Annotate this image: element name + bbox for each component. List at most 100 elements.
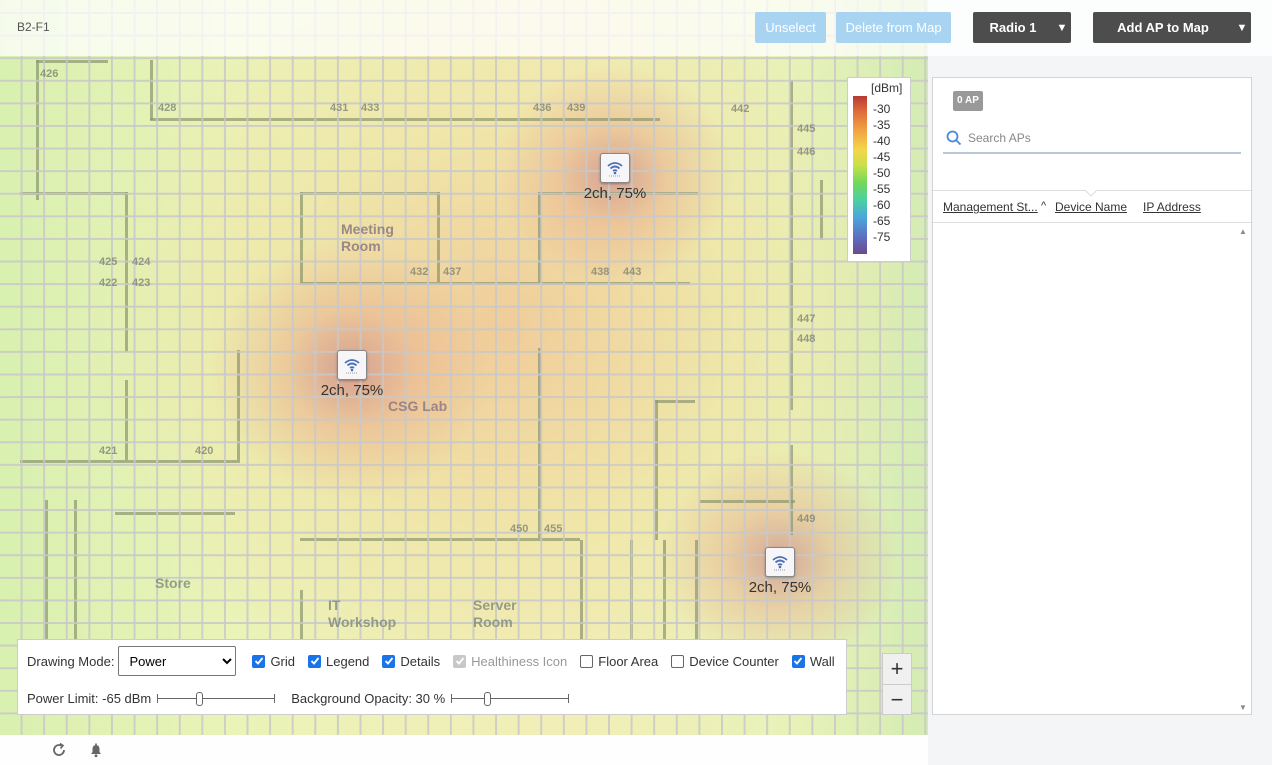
add-ap-to-map-button[interactable]: Add AP to Map ▼ bbox=[1093, 12, 1251, 43]
caret-down-icon: ▼ bbox=[1056, 21, 1068, 34]
legend-tick: -75 bbox=[873, 230, 891, 244]
checkbox-empty bbox=[580, 654, 594, 668]
column-device-name[interactable]: Device Name bbox=[1055, 200, 1127, 214]
bell-icon[interactable] bbox=[87, 741, 105, 759]
legend-tick: -30 bbox=[873, 102, 891, 116]
checkmark-icon bbox=[252, 654, 266, 668]
legend-checkbox[interactable]: Legend bbox=[308, 654, 369, 669]
wall-checkbox[interactable]: Wall bbox=[791, 653, 835, 669]
wifi-icon bbox=[765, 547, 795, 577]
room-number: 433 bbox=[361, 102, 380, 114]
checkmark-icon bbox=[308, 654, 321, 668]
room-number: 437 bbox=[443, 266, 462, 278]
room-number: 424 bbox=[132, 256, 151, 268]
details-checkbox-label: Details bbox=[400, 653, 441, 669]
zoom-controls: + − bbox=[882, 653, 912, 715]
ap-count-badge: 0 AP bbox=[953, 91, 983, 111]
legend-checkbox-label: Legend bbox=[326, 653, 370, 669]
room-number: 431 bbox=[330, 102, 349, 114]
legend-unit: [dBm] bbox=[871, 81, 903, 95]
ap-marker[interactable]: 2ch, 75% bbox=[312, 350, 392, 399]
ap-label: 2ch, 75% bbox=[320, 382, 384, 399]
room-label-csg-lab: CSG Lab bbox=[388, 398, 448, 414]
zoom-out-button[interactable]: − bbox=[883, 684, 911, 714]
details-checkbox[interactable]: Details bbox=[382, 654, 440, 669]
device-counter-checkbox-label: Device Counter bbox=[689, 653, 779, 669]
background-opacity-slider[interactable] bbox=[451, 691, 570, 706]
map-grid bbox=[0, 0, 928, 735]
checkmark-icon bbox=[791, 654, 805, 668]
legend-tick: -40 bbox=[873, 134, 891, 148]
room-number: 439 bbox=[567, 102, 586, 114]
caret-down-icon: ▼ bbox=[1236, 21, 1248, 34]
power-limit-label: Power Limit: -65 dBm bbox=[27, 691, 152, 706]
scroll-up-icon[interactable]: ▲ bbox=[1239, 227, 1247, 236]
floor-area-checkbox[interactable]: Floor Area bbox=[580, 654, 658, 669]
room-number: 432 bbox=[410, 266, 429, 278]
ap-marker[interactable]: 2ch, 75% bbox=[740, 547, 820, 596]
room-number: 425 bbox=[99, 256, 118, 268]
delete-from-map-button[interactable]: Delete from Map bbox=[836, 12, 951, 43]
bottom-bar bbox=[0, 735, 928, 765]
add-ap-label: Add AP to Map bbox=[1117, 20, 1209, 35]
room-number: 448 bbox=[797, 333, 816, 345]
map-controls-panel: Drawing Mode: Power Grid Legend Details … bbox=[17, 639, 847, 715]
wall-checkbox-label: Wall bbox=[809, 653, 835, 669]
room-label-it-workshop: IT Workshop bbox=[328, 597, 397, 630]
radio-select-button[interactable]: Radio 1 ▼ bbox=[973, 12, 1071, 43]
room-number: 436 bbox=[533, 102, 552, 114]
healthiness-icon-checkbox: Healthiness Icon bbox=[453, 654, 567, 669]
legend-tick: -45 bbox=[873, 150, 891, 164]
room-label-store: Store bbox=[155, 575, 191, 591]
drawing-mode-select[interactable]: Power bbox=[118, 646, 237, 676]
room-number: 421 bbox=[99, 445, 118, 457]
checkbox-empty bbox=[671, 654, 685, 668]
scroll-down-icon[interactable]: ▼ bbox=[1239, 703, 1247, 712]
floor-name: B2-F1 bbox=[17, 20, 50, 34]
sort-ascending-icon: ^ bbox=[1041, 200, 1047, 212]
column-ip-address[interactable]: IP Address bbox=[1143, 200, 1201, 214]
list-scrollbar[interactable]: ▲ ▼ bbox=[1235, 224, 1251, 714]
signal-legend: [dBm] -30 -35 -40 -45 -50 -55 -60 -65 -7… bbox=[847, 77, 911, 262]
room-number: 447 bbox=[797, 313, 816, 325]
legend-ticks: -30 -35 -40 -45 -50 -55 -60 -65 -75 bbox=[873, 101, 890, 245]
heatmap-canvas[interactable]: 426 428 431 433 436 439 442 445 446 425 … bbox=[0, 0, 928, 735]
room-number: 422 bbox=[99, 277, 118, 289]
room-label-meeting: Meeting Room bbox=[341, 221, 394, 254]
legend-tick: -60 bbox=[873, 198, 891, 212]
power-limit-slider[interactable] bbox=[157, 691, 276, 706]
legend-tick: -50 bbox=[873, 166, 891, 180]
unselect-button[interactable]: Unselect bbox=[755, 12, 826, 43]
wifi-icon bbox=[337, 350, 367, 380]
checkmark-icon bbox=[382, 654, 396, 668]
room-number: 443 bbox=[623, 266, 642, 278]
search-input[interactable] bbox=[968, 130, 1228, 145]
search-icon bbox=[944, 128, 964, 148]
background-opacity-label: Background Opacity: 30 % bbox=[291, 691, 446, 706]
grid-checkbox-label: Grid bbox=[270, 653, 295, 669]
ap-marker[interactable]: 2ch, 75% bbox=[575, 153, 655, 202]
grid-checkbox[interactable]: Grid bbox=[252, 654, 295, 669]
slider-thumb[interactable] bbox=[484, 691, 492, 706]
healthiness-checkbox-label: Healthiness Icon bbox=[471, 653, 568, 669]
zoom-in-button[interactable]: + bbox=[883, 654, 911, 684]
header-notch-icon bbox=[1085, 190, 1097, 197]
legend-tick: -35 bbox=[873, 118, 891, 132]
slider-thumb[interactable] bbox=[196, 691, 204, 706]
room-number: 449 bbox=[797, 513, 816, 525]
radio-select-label: Radio 1 bbox=[989, 20, 1037, 35]
legend-tick: -65 bbox=[873, 214, 891, 228]
wifi-icon bbox=[600, 153, 630, 183]
room-number: 428 bbox=[158, 102, 177, 114]
drawing-mode-label: Drawing Mode: bbox=[27, 653, 115, 669]
room-number: 420 bbox=[195, 445, 214, 457]
search-ap-field[interactable] bbox=[943, 123, 1241, 154]
device-counter-checkbox[interactable]: Device Counter bbox=[671, 654, 779, 669]
ap-list-panel: 0 AP Management St... ^ Device Name IP A… bbox=[932, 77, 1252, 715]
column-management-status[interactable]: Management St... bbox=[943, 200, 1038, 214]
room-number: 426 bbox=[40, 68, 59, 80]
refresh-icon[interactable] bbox=[50, 741, 68, 759]
floor-area-checkbox-label: Floor Area bbox=[598, 653, 659, 669]
room-number: 455 bbox=[544, 523, 563, 535]
ap-table-header: Management St... ^ Device Name IP Addres… bbox=[933, 190, 1251, 223]
